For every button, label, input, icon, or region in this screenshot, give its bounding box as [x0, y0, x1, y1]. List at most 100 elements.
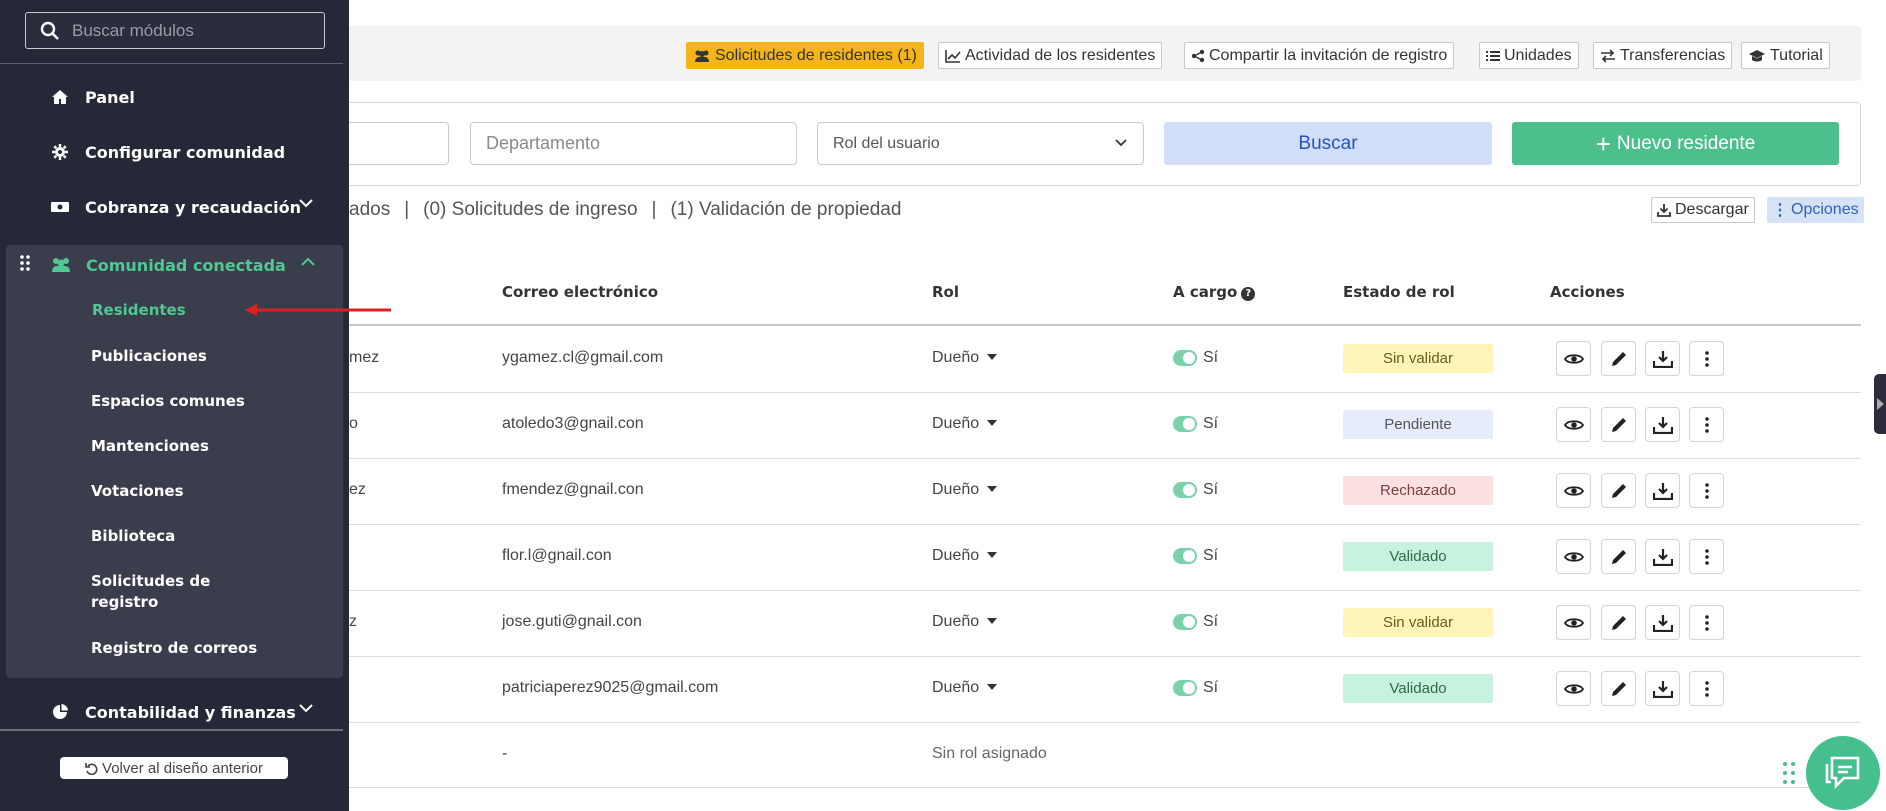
header-in-charge-label: A cargo: [1173, 283, 1238, 301]
sidebar-item-panel[interactable]: Panel: [0, 75, 343, 119]
header-divider: [349, 324, 1861, 326]
row-action-more-vertical-button[interactable]: [1689, 473, 1724, 508]
status-badge: Validado: [1343, 542, 1493, 571]
row-action-download-button[interactable]: [1645, 407, 1680, 442]
sidebar-subitem-publications[interactable]: Publicaciones: [91, 346, 291, 367]
new-resident-button[interactable]: + Nuevo residente: [1512, 122, 1839, 165]
row-action-eye-button[interactable]: [1556, 341, 1591, 376]
sidebar-group-header[interactable]: Comunidad conectada: [6, 245, 343, 285]
row-action-pencil-button[interactable]: [1601, 539, 1636, 574]
tab-tutorial[interactable]: Tutorial: [1741, 42, 1830, 69]
sidebar-subitem-votes[interactable]: Votaciones: [91, 481, 291, 502]
row-email: fmendez@gnail.con: [502, 481, 644, 498]
module-search[interactable]: [25, 12, 325, 49]
tab-label: Actividad de los residentes: [965, 46, 1156, 64]
chat-icon: [1825, 756, 1860, 790]
row-action-more-vertical-button[interactable]: [1689, 407, 1724, 442]
in-charge-toggle[interactable]: [1173, 482, 1197, 498]
department-input[interactable]: [486, 133, 796, 154]
in-charge-toggle[interactable]: [1173, 350, 1197, 366]
row-divider: [349, 590, 1861, 591]
sidebar-subitem-registration-requests[interactable]: Solicitudes de registro: [91, 571, 251, 613]
side-panel-toggle[interactable]: [1874, 374, 1886, 434]
row-action-pencil-button[interactable]: [1601, 473, 1636, 508]
status-badge: Rechazado: [1343, 476, 1493, 505]
row-in-charge-label: Sí: [1203, 613, 1219, 630]
sidebar-item-accounting[interactable]: Contabilidad y finanzas: [0, 690, 343, 734]
row-role-dropdown[interactable]: Dueño: [932, 679, 998, 697]
search-button[interactable]: Buscar: [1164, 122, 1492, 165]
row-divider: [349, 524, 1861, 525]
previous-design-button[interactable]: Volver al diseño anterior: [60, 757, 288, 779]
share-icon: [1191, 49, 1205, 62]
chat-button[interactable]: [1806, 736, 1880, 810]
download-icon: [1652, 548, 1673, 566]
sidebar-subitem-maintenance[interactable]: Mantenciones: [91, 436, 291, 457]
stat-property-validation[interactable]: (1) Validación de propiedad: [670, 199, 901, 220]
money-icon: [50, 197, 70, 217]
header-email: Correo electrónico: [502, 283, 659, 301]
row-action-eye-button[interactable]: [1556, 539, 1591, 574]
help-icon[interactable]: ?: [1241, 287, 1256, 301]
row-action-eye-button[interactable]: [1556, 407, 1591, 442]
row-role-dropdown[interactable]: Dueño: [932, 481, 998, 499]
row-action-pencil-button[interactable]: [1601, 407, 1636, 442]
stat-validated[interactable]: ados: [349, 199, 390, 220]
tab-transfers[interactable]: Transferencias: [1593, 42, 1733, 69]
tab-label: Solicitudes de residentes (1): [715, 46, 917, 64]
row-action-more-vertical-button[interactable]: [1689, 341, 1724, 376]
in-charge-toggle[interactable]: [1173, 614, 1197, 630]
status-badge: Sin validar: [1343, 608, 1493, 637]
sidebar-item-billing[interactable]: Cobranza y recaudación: [0, 185, 343, 229]
annotation-arrow-icon: [245, 304, 391, 316]
options-button[interactable]: ⋮ Opciones: [1767, 197, 1864, 223]
row-role-dropdown[interactable]: Dueño: [932, 415, 998, 433]
sidebar-item-configure[interactable]: Configurar comunidad: [0, 130, 343, 174]
in-charge-toggle[interactable]: [1173, 548, 1197, 564]
row-action-pencil-button[interactable]: [1601, 605, 1636, 640]
sidebar-subitem-library[interactable]: Biblioteca: [91, 526, 291, 547]
row-action-eye-button[interactable]: [1556, 605, 1591, 640]
download-icon: [1652, 614, 1673, 632]
row-action-pencil-button[interactable]: [1601, 341, 1636, 376]
row-role-dropdown[interactable]: Dueño: [932, 547, 998, 565]
stat-entry-requests[interactable]: (0) Solicitudes de ingreso: [423, 199, 637, 220]
row-action-download-button[interactable]: [1645, 671, 1680, 706]
row-action-more-vertical-button[interactable]: [1689, 605, 1724, 640]
tab-resident-requests[interactable]: Solicitudes de residentes (1): [686, 42, 924, 69]
row-action-more-vertical-button[interactable]: [1689, 671, 1724, 706]
drag-handle-icon[interactable]: [1783, 762, 1795, 784]
row-role-dropdown[interactable]: Dueño: [932, 349, 998, 367]
line-chart-icon: [945, 49, 961, 63]
row-action-download-button[interactable]: [1645, 605, 1680, 640]
header-role-status: Estado de rol: [1343, 283, 1455, 301]
sidebar-subitem-common-spaces[interactable]: Espacios comunes: [91, 391, 291, 412]
row-action-eye-button[interactable]: [1556, 473, 1591, 508]
role-select[interactable]: Rol del usuario: [817, 122, 1144, 165]
module-search-input[interactable]: [72, 20, 312, 41]
row-action-download-button[interactable]: [1645, 539, 1680, 574]
row-action-download-button[interactable]: [1645, 341, 1680, 376]
caret-down-icon: [987, 420, 998, 426]
department-filter[interactable]: [470, 122, 797, 165]
caret-down-icon: [987, 684, 998, 690]
download-button[interactable]: Descargar: [1651, 197, 1755, 223]
header-role: Rol: [932, 283, 959, 301]
tab-resident-activity[interactable]: Actividad de los residentes: [938, 42, 1163, 69]
row-email: flor.l@gnail.con: [502, 547, 612, 564]
chevron-up-icon: [301, 257, 315, 266]
row-name: z: [349, 613, 357, 630]
row-action-eye-button[interactable]: [1556, 671, 1591, 706]
sidebar-subitem-email-log[interactable]: Registro de correos: [91, 638, 291, 659]
row-role-label: Dueño: [932, 679, 980, 696]
row-name: o: [349, 415, 358, 432]
download-icon: [1652, 350, 1673, 368]
tab-share-invitation[interactable]: Compartir la invitación de registro: [1184, 42, 1455, 69]
in-charge-toggle[interactable]: [1173, 680, 1197, 696]
tab-units[interactable]: Unidades: [1479, 42, 1579, 69]
row-role-dropdown[interactable]: Dueño: [932, 613, 998, 631]
row-action-pencil-button[interactable]: [1601, 671, 1636, 706]
row-action-more-vertical-button[interactable]: [1689, 539, 1724, 574]
row-action-download-button[interactable]: [1645, 473, 1680, 508]
in-charge-toggle[interactable]: [1173, 416, 1197, 432]
